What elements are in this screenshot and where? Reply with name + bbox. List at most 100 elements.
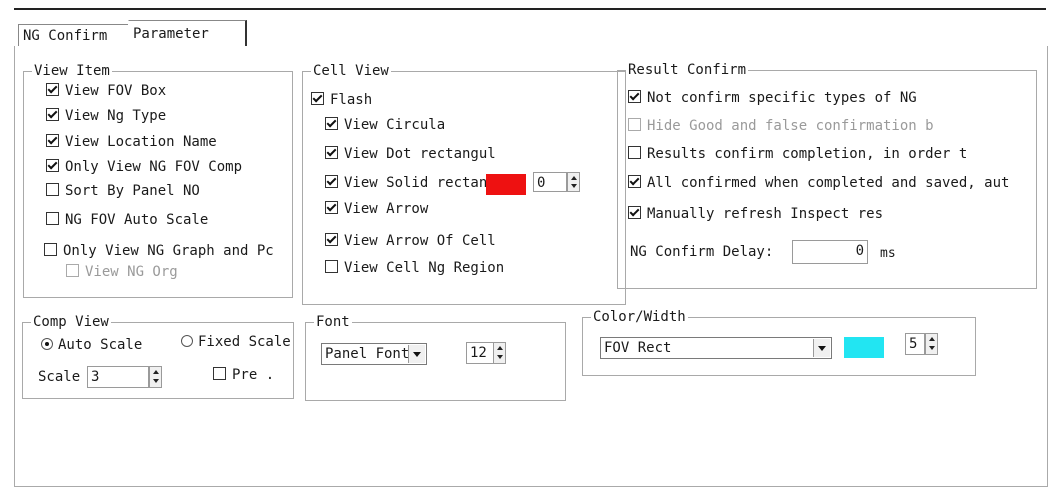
chevron-down-icon[interactable] <box>813 339 830 357</box>
view-solid-rectan-checkbox[interactable]: View Solid rectan <box>325 174 487 192</box>
view-arrow-checkbox[interactable]: View Arrow <box>325 200 428 218</box>
results-confirm-completion-checkbox[interactable]: Results confirm completion, in order t <box>628 145 967 163</box>
checkbox-label: View FOV Box <box>65 83 167 99</box>
color-swatch[interactable] <box>844 337 884 358</box>
view-arrow-of-cell-checkbox[interactable]: View Arrow Of Cell <box>325 232 496 250</box>
checkbox-box[interactable] <box>628 146 641 159</box>
spin-up-icon[interactable] <box>494 343 505 353</box>
spin-down-icon[interactable] <box>568 182 579 191</box>
checkbox-box[interactable] <box>46 134 59 147</box>
result-confirm-title: Result Confirm <box>626 62 749 78</box>
checkbox-box[interactable] <box>628 175 641 188</box>
font-size-spinner[interactable] <box>493 342 506 364</box>
only-view-ng-fov-comp-checkbox[interactable]: Only View NG FOV Comp <box>46 158 242 176</box>
not-confirm-ng-types-checkbox[interactable]: Not confirm specific types of NG <box>628 89 917 107</box>
spin-down-icon[interactable] <box>494 353 505 363</box>
checkbox-label: Results confirm completion, in order t <box>647 146 968 162</box>
checkbox-label: View Ng Type <box>65 108 167 124</box>
checkbox-box[interactable] <box>628 90 641 103</box>
view-circula-checkbox[interactable]: View Circula <box>325 116 445 134</box>
sort-by-panel-no-checkbox[interactable]: Sort By Panel NO <box>46 182 200 200</box>
checkbox-box[interactable] <box>311 92 324 105</box>
auto-scale-radio[interactable]: Auto Scale <box>41 336 142 354</box>
checkbox-box[interactable] <box>46 183 59 196</box>
view-item-title: View Item <box>32 63 112 79</box>
radio-label: Auto Scale <box>58 337 143 353</box>
checkbox-label: All confirmed when completed and saved, … <box>647 175 1010 191</box>
checkbox-box[interactable] <box>46 83 59 96</box>
scale-label: Scale <box>38 369 81 385</box>
checkbox-box[interactable] <box>46 108 59 121</box>
chevron-down-icon[interactable] <box>408 345 425 363</box>
view-cell-ng-region-checkbox[interactable]: View Cell Ng Region <box>325 259 504 277</box>
scale-input[interactable]: 3 <box>87 366 149 388</box>
solid-color-swatch[interactable] <box>486 174 526 195</box>
width-spinner[interactable] <box>925 333 938 355</box>
checkbox-box[interactable] <box>325 146 338 159</box>
spin-up-icon[interactable] <box>926 334 937 344</box>
view-ng-type-checkbox[interactable]: View Ng Type <box>46 107 166 125</box>
checkbox-label: Sort By Panel NO <box>65 183 200 199</box>
width-value: 5 <box>909 336 918 352</box>
radio-dot[interactable] <box>41 338 53 350</box>
checkbox-label: Manually refresh Inspect res <box>647 206 884 222</box>
color-target-select[interactable]: FOV Rect <box>600 337 832 359</box>
checkbox-box[interactable] <box>628 206 641 219</box>
radio-label: Fixed Scale <box>198 334 291 350</box>
spin-up-icon[interactable] <box>150 367 161 377</box>
result-confirm-group: Result Confirm Not confirm specific type… <box>617 62 1037 289</box>
flash-checkbox[interactable]: Flash <box>311 91 372 109</box>
checkbox-box[interactable] <box>325 233 338 246</box>
solid-width-spinner[interactable] <box>567 172 580 192</box>
checkbox-box[interactable] <box>628 118 641 131</box>
view-dot-rectangul-checkbox[interactable]: View Dot rectangul <box>325 145 496 163</box>
font-select-value: Panel Font <box>325 346 410 362</box>
spin-down-icon[interactable] <box>150 377 161 387</box>
checkbox-box[interactable] <box>325 117 338 130</box>
checkbox-box[interactable] <box>325 175 338 188</box>
ng-fov-auto-scale-checkbox[interactable]: NG FOV Auto Scale <box>46 211 208 229</box>
delay-value: 0 <box>855 243 864 259</box>
font-group: Font Panel Font 12 <box>305 314 566 401</box>
cell-view-group: Cell View Flash View Circula View Dot re… <box>302 63 626 305</box>
checkbox-label: Not confirm specific types of NG <box>647 90 917 106</box>
all-confirmed-saved-checkbox[interactable]: All confirmed when completed and saved, … <box>628 174 1009 192</box>
checkbox-label: Flash <box>330 92 373 108</box>
checkbox-label: Only View NG Graph and Pc <box>63 243 274 259</box>
spin-up-icon[interactable] <box>568 173 579 182</box>
font-select[interactable]: Panel Font <box>321 343 427 365</box>
fixed-scale-radio[interactable]: Fixed Scale <box>181 333 291 351</box>
font-size-input[interactable]: 12 <box>466 342 494 364</box>
checkbox-box[interactable] <box>44 243 57 256</box>
checkbox-box[interactable] <box>325 260 338 273</box>
only-view-ng-graph-checkbox[interactable]: Only View NG Graph and Pc <box>44 242 287 260</box>
pre-checkbox[interactable]: Pre . <box>213 366 274 384</box>
width-input[interactable]: 5 <box>905 333 925 355</box>
view-item-group: View Item View FOV Box View Ng Type View… <box>23 63 293 298</box>
view-fov-box-checkbox[interactable]: View FOV Box <box>46 82 166 100</box>
checkbox-label: Pre . <box>232 367 275 383</box>
tab-parameter[interactable]: Parameter <box>128 20 247 49</box>
checkbox-label: View Location Name <box>65 134 217 150</box>
tab-ng-confirm[interactable]: NG Confirm <box>18 24 133 47</box>
checkbox-box[interactable] <box>213 367 226 380</box>
comp-view-title: Comp View <box>31 314 111 330</box>
checkbox-box[interactable] <box>66 264 79 277</box>
ng-confirm-delay-input[interactable]: 0 <box>792 240 868 264</box>
spin-down-icon[interactable] <box>926 344 937 354</box>
font-size-value: 12 <box>470 345 487 361</box>
manually-refresh-checkbox[interactable]: Manually refresh Inspect res <box>628 205 883 223</box>
solid-width-input[interactable]: 0 <box>533 172 567 192</box>
checkbox-label: Only View NG FOV Comp <box>65 159 243 175</box>
color-width-group: Color/Width FOV Rect 5 <box>582 309 976 376</box>
hide-good-false-checkbox[interactable]: Hide Good and false confirmation b <box>628 117 934 135</box>
checkbox-box[interactable] <box>46 212 59 225</box>
checkbox-label: View Dot rectangul <box>344 146 496 162</box>
view-ng-org-checkbox[interactable]: View NG Org <box>66 263 178 281</box>
scale-spinner[interactable] <box>149 366 162 388</box>
checkbox-box[interactable] <box>46 159 59 172</box>
view-location-name-checkbox[interactable]: View Location Name <box>46 133 217 151</box>
radio-dot[interactable] <box>181 335 193 347</box>
checkbox-label: View Circula <box>344 117 446 133</box>
checkbox-box[interactable] <box>325 201 338 214</box>
